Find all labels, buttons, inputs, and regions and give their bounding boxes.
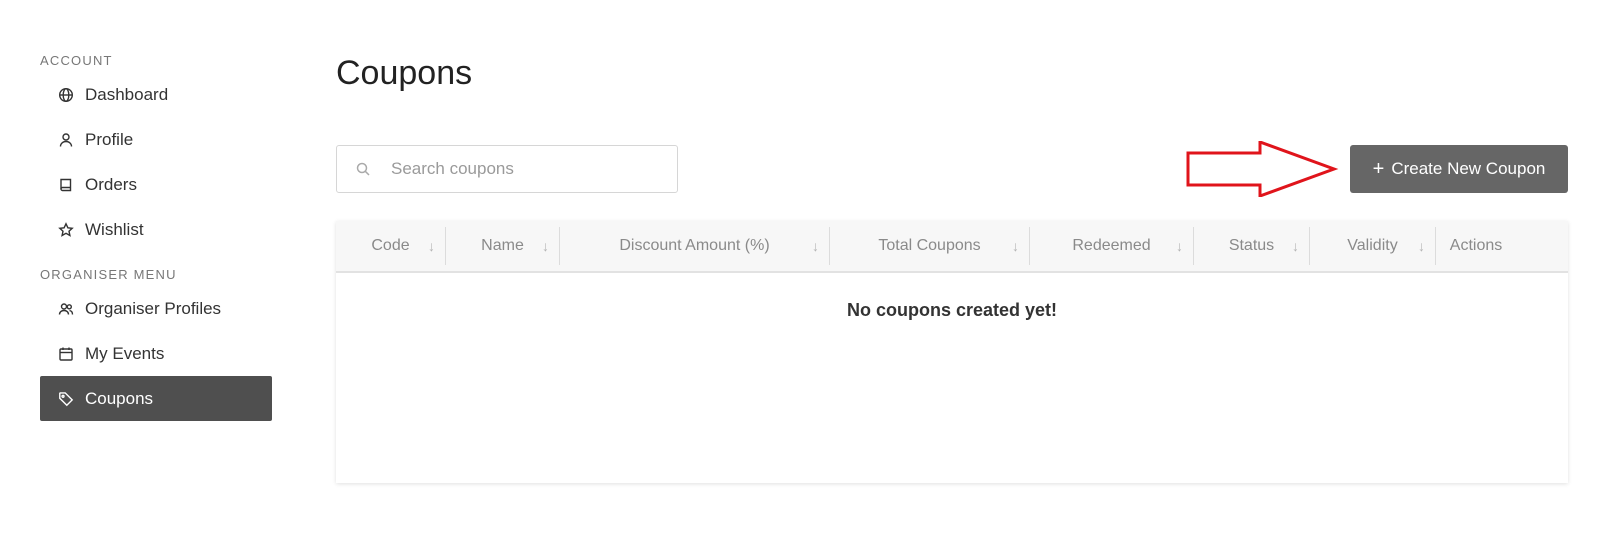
sort-arrow-icon: ↓ (542, 238, 549, 254)
users-icon (58, 301, 74, 317)
page-title: Coupons (336, 54, 473, 92)
plus-icon: + (1372, 158, 1385, 180)
sort-arrow-icon: ↓ (1012, 238, 1019, 254)
sort-arrow-icon: ↓ (1176, 238, 1183, 254)
search-input[interactable] (391, 159, 651, 179)
column-header-status[interactable]: Status ↓ (1194, 227, 1310, 265)
section-title-account: ACCOUNT (40, 53, 113, 68)
create-new-coupon-button[interactable]: + Create New Coupon (1350, 145, 1568, 193)
sidebar-item-label: Organiser Profiles (85, 298, 222, 318)
sidebar-item-my-events[interactable]: My Events (40, 331, 272, 376)
globe-icon (58, 87, 74, 103)
calendar-icon (58, 346, 74, 362)
book-icon (58, 177, 74, 193)
column-header-name[interactable]: Name ↓ (446, 227, 560, 265)
sidebar-item-orders[interactable]: Orders (40, 162, 272, 207)
column-header-validity[interactable]: Validity ↓ (1310, 227, 1436, 265)
sidebar-item-profile[interactable]: Profile (40, 117, 272, 162)
column-header-actions: Actions (1449, 237, 1503, 254)
main-content: Coupons + Create New Coupon Code ↓ Name … (336, 50, 1568, 483)
toolbar: + Create New Coupon (336, 141, 1568, 197)
sidebar-item-label: My Events (85, 343, 165, 363)
sidebar-item-coupons[interactable]: Coupons (40, 376, 272, 421)
user-icon (58, 132, 74, 148)
sort-arrow-icon: ↓ (428, 238, 435, 254)
empty-state-message: No coupons created yet! (846, 300, 1058, 320)
red-arrow-annotation (1186, 141, 1339, 197)
sidebar-item-organiser-profiles[interactable]: Organiser Profiles (40, 286, 272, 331)
star-icon (58, 221, 74, 238)
column-header-code[interactable]: Code ↓ (336, 227, 446, 265)
sidebar-item-label: Wishlist (85, 219, 144, 239)
create-button-label: Create New Coupon (1391, 159, 1546, 178)
sidebar-item-label: Dashboard (85, 84, 169, 104)
column-header-total-coupons[interactable]: Total Coupons ↓ (830, 227, 1030, 265)
sidebar-item-label: Orders (85, 174, 137, 194)
tag-icon (58, 391, 74, 407)
section-title-organiser: ORGANISER MENU (40, 267, 177, 282)
sidebar-item-label: Coupons (85, 388, 154, 408)
sidebar-item-dashboard[interactable]: Dashboard (40, 72, 272, 117)
sort-arrow-icon: ↓ (1418, 238, 1425, 254)
sort-arrow-icon: ↓ (1292, 238, 1299, 254)
table-header: Code ↓ Name ↓ Discount Amount (%) ↓ Tota… (336, 221, 1568, 273)
sidebar-item-wishlist[interactable]: Wishlist (40, 207, 272, 252)
column-header-discount-amount[interactable]: Discount Amount (%) ↓ (560, 227, 830, 265)
sort-arrow-icon: ↓ (812, 238, 819, 254)
sidebar: ACCOUNT Dashboard Profile Orders Wishlis… (40, 50, 272, 421)
search-box[interactable] (336, 145, 678, 193)
coupons-table: Code ↓ Name ↓ Discount Amount (%) ↓ Tota… (336, 221, 1568, 483)
sidebar-item-label: Profile (85, 129, 134, 149)
search-icon (356, 162, 370, 176)
column-header-redeemed[interactable]: Redeemed ↓ (1030, 227, 1194, 265)
